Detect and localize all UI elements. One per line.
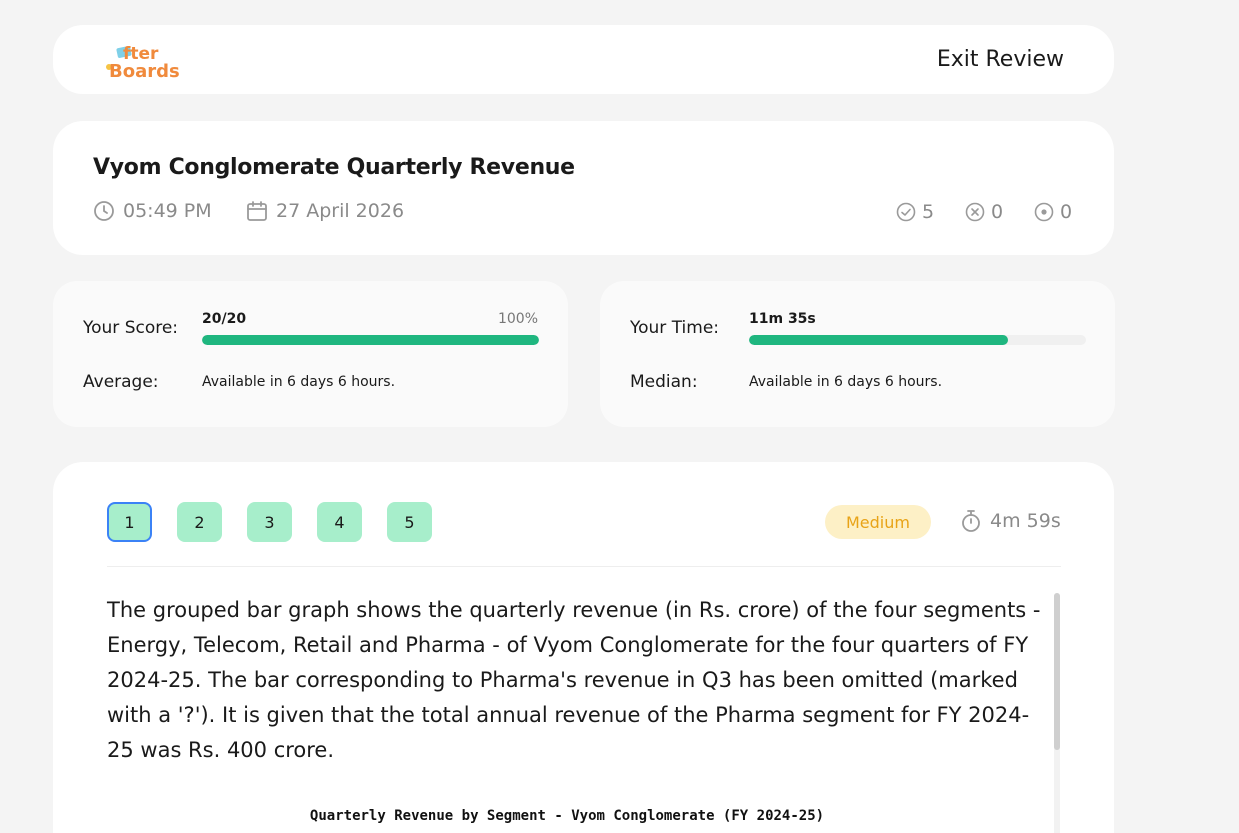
exit-review-button[interactable]: Exit Review bbox=[937, 47, 1064, 72]
test-time: 05:49 PM bbox=[93, 200, 212, 222]
score-progress-bar bbox=[202, 335, 539, 345]
skipped-count: 0 bbox=[1034, 201, 1072, 223]
correct-count: 5 bbox=[896, 201, 934, 223]
dot-circle-icon bbox=[1034, 202, 1054, 222]
question-card: 1 2 3 4 5 Medium 4m 59s The grouped bar … bbox=[53, 462, 1114, 833]
logo-graphic: fter Boards bbox=[106, 44, 180, 81]
question-nav-button-3[interactable]: 3 bbox=[247, 502, 292, 542]
wrong-count: 0 bbox=[965, 201, 1003, 223]
time-card: Your Time: 11m 35s Median: Available in … bbox=[600, 281, 1115, 427]
skipped-count-value: 0 bbox=[1060, 201, 1073, 223]
question-scrollbar[interactable] bbox=[1054, 593, 1060, 833]
question-time-value: 4m 59s bbox=[990, 510, 1061, 532]
time-progress-bar bbox=[749, 335, 1086, 345]
chart-title: Quarterly Revenue by Segment - Vyom Cong… bbox=[309, 808, 825, 824]
logo-text-bottom: Boards bbox=[109, 61, 180, 81]
clock-icon bbox=[94, 201, 114, 221]
question-text: The grouped bar graph shows the quarterl… bbox=[107, 598, 1041, 762]
score-value: 20/20 bbox=[202, 311, 247, 327]
score-progress-fill bbox=[202, 335, 539, 345]
time-label: Your Time: bbox=[630, 318, 720, 338]
median-value: Available in 6 days 6 hours. bbox=[749, 374, 943, 390]
test-title: Vyom Conglomerate Quarterly Revenue bbox=[93, 155, 575, 180]
time-value: 11m 35s bbox=[749, 311, 816, 327]
afterboards-logo[interactable]: fter Boards bbox=[103, 41, 195, 81]
stopwatch-icon bbox=[962, 510, 980, 532]
wrong-count-value: 0 bbox=[991, 201, 1004, 223]
calendar-icon bbox=[247, 201, 267, 221]
test-date: 27 April 2026 bbox=[246, 200, 404, 222]
score-label: Your Score: bbox=[83, 318, 179, 338]
score-percent: 100% bbox=[497, 311, 538, 327]
test-summary-card: Vyom Conglomerate Quarterly Revenue 05:4… bbox=[53, 121, 1114, 255]
question-navigator: 1 2 3 4 5 bbox=[107, 502, 432, 542]
x-circle-icon bbox=[965, 202, 985, 222]
question-nav-button-1[interactable]: 1 bbox=[107, 502, 152, 542]
average-label: Average: bbox=[83, 372, 159, 392]
median-label: Median: bbox=[630, 372, 698, 392]
question-time: 4m 59s bbox=[960, 509, 1061, 533]
scrollbar-thumb[interactable] bbox=[1054, 593, 1060, 750]
score-card: Your Score: 20/20 100% Average: Availabl… bbox=[53, 281, 568, 427]
check-circle-icon bbox=[896, 202, 916, 222]
average-value: Available in 6 days 6 hours. bbox=[202, 374, 396, 390]
divider bbox=[107, 566, 1061, 567]
top-header: fter Boards Exit Review bbox=[53, 25, 1114, 94]
test-date-value: 27 April 2026 bbox=[276, 200, 405, 222]
correct-count-value: 5 bbox=[922, 201, 935, 223]
question-nav-button-2[interactable]: 2 bbox=[177, 502, 222, 542]
question-nav-button-4[interactable]: 4 bbox=[317, 502, 362, 542]
time-progress-fill bbox=[749, 335, 1009, 345]
test-time-value: 05:49 PM bbox=[123, 200, 212, 222]
question-nav-button-5[interactable]: 5 bbox=[387, 502, 432, 542]
difficulty-badge: Medium bbox=[825, 505, 931, 539]
